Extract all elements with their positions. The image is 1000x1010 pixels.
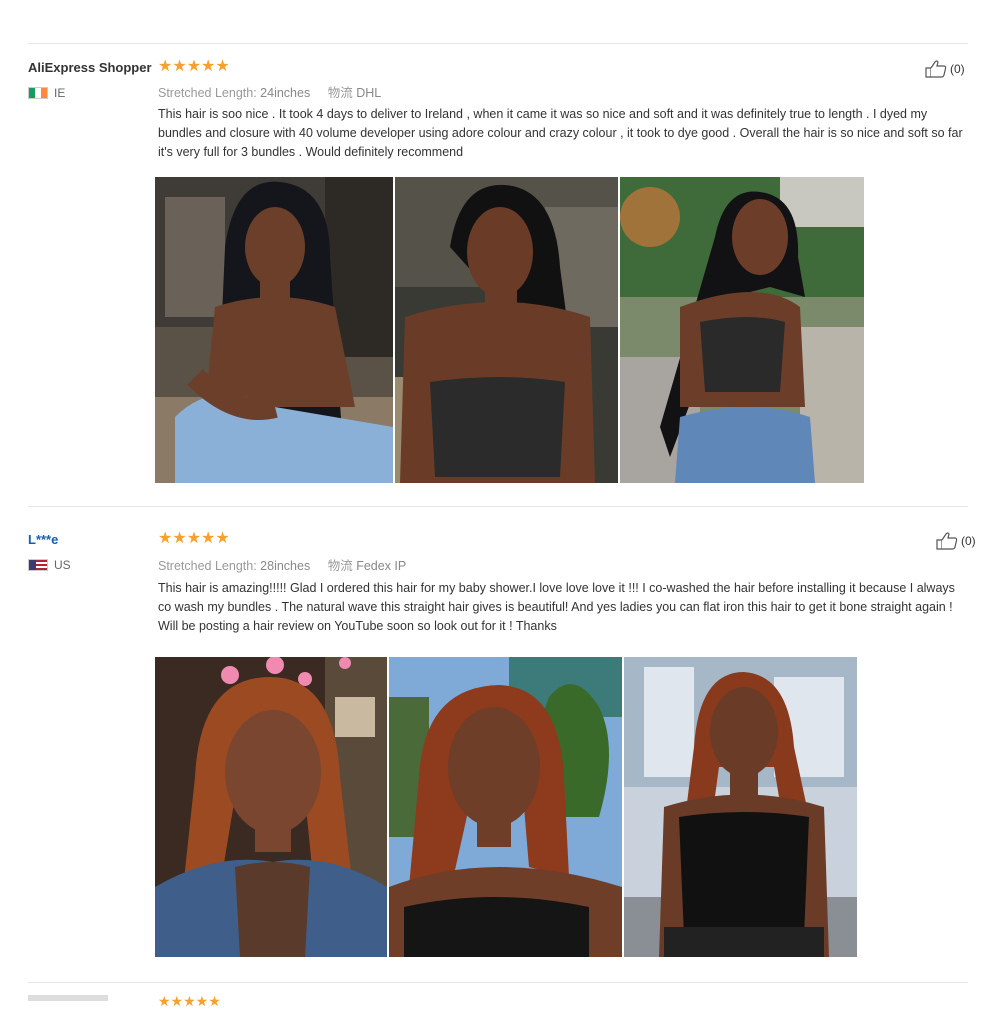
review-attributes: Stretched Length: 24inches 物流 DHL — [158, 82, 395, 101]
ireland-flag-icon — [28, 87, 48, 99]
helpful-count: (0) — [961, 534, 976, 548]
reviewer-name[interactable]: L***e — [28, 532, 58, 547]
review-photo[interactable] — [389, 657, 622, 957]
review-text: This hair is soo nice . It took 4 days t… — [158, 107, 963, 159]
star-icons: ★★★★★ — [158, 528, 230, 547]
review-attributes: Stretched Length: 28inches 物流 Fedex IP — [158, 555, 420, 574]
reviewer-country: IE — [28, 86, 65, 100]
star-rating: ★★★★★ — [158, 530, 230, 546]
helpful-button[interactable]: (0) — [936, 532, 976, 550]
attr-length-value: 24inches — [260, 86, 311, 100]
reviewer-country: US — [28, 558, 71, 572]
attr-length-value: 28inches — [260, 559, 311, 573]
country-code: IE — [54, 86, 66, 100]
review-photo[interactable] — [624, 657, 857, 957]
top-divider — [28, 43, 968, 44]
attr-shipping-value: DHL — [356, 86, 382, 100]
review-photos — [155, 177, 864, 483]
us-flag-icon — [28, 559, 48, 571]
review-photo[interactable] — [155, 657, 387, 957]
review-photo[interactable] — [395, 177, 618, 483]
helpful-count: (0) — [950, 62, 965, 76]
thumbs-up-icon — [925, 60, 947, 78]
attr-shipping-key: 物流 — [327, 559, 353, 573]
star-rating: ★★★★★ — [158, 58, 230, 74]
attr-length-key: Stretched Length: — [158, 559, 257, 573]
reviewer-name: AliExpress Shopper — [28, 60, 152, 75]
review-text: This hair is amazing!!!!! Glad I ordered… — [158, 581, 955, 633]
review-divider — [28, 506, 968, 507]
review-photo[interactable] — [620, 177, 864, 483]
attr-shipping-value: Fedex IP — [356, 559, 407, 573]
review-photos — [155, 657, 857, 957]
attr-shipping-key: 物流 — [327, 86, 353, 100]
helpful-button[interactable]: (0) — [925, 60, 965, 78]
thumbs-up-icon — [936, 532, 958, 550]
review-divider — [28, 982, 968, 983]
next-reviewer-name-cutoff — [28, 995, 108, 1001]
next-star-rating: ★★★★★ — [158, 994, 221, 1010]
attr-length-key: Stretched Length: — [158, 86, 257, 100]
review-photo[interactable] — [155, 177, 393, 483]
star-icons: ★★★★★ — [158, 56, 230, 75]
country-code: US — [54, 558, 71, 572]
